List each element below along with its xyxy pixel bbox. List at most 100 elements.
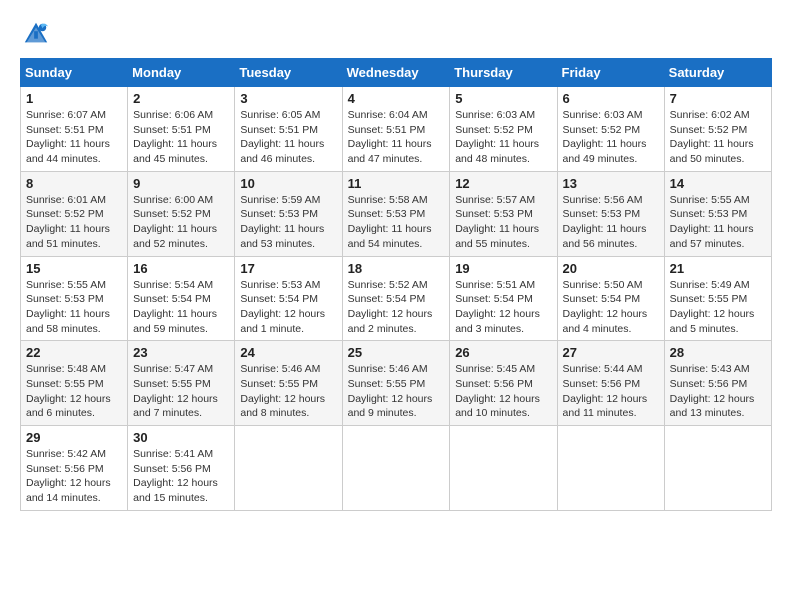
day-info: Sunrise: 6:06 AM Sunset: 5:51 PM Dayligh… [133, 108, 229, 167]
day-number: 1 [26, 91, 122, 106]
day-cell: 15Sunrise: 5:55 AM Sunset: 5:53 PM Dayli… [21, 256, 128, 341]
day-cell: 26 Sunrise: 5:45 AM Sunset: 5:56 PM Dayli… [450, 341, 557, 426]
day-number: 19 [455, 261, 551, 276]
week-row-5: 29 Sunrise: 5:42 AM Sunset: 5:56 PM Dayli… [21, 426, 772, 511]
day-cell: 4 Sunrise: 6:04 AM Sunset: 5:51 PM Daylig… [342, 87, 450, 172]
day-cell: 29 Sunrise: 5:42 AM Sunset: 5:56 PM Dayli… [21, 426, 128, 511]
day-info: Sunrise: 6:01 AM Sunset: 5:52 PM Dayligh… [26, 193, 122, 252]
day-cell: 25 Sunrise: 5:46 AM Sunset: 5:55 PM Dayli… [342, 341, 450, 426]
day-cell: 3Sunrise: 6:05 AM Sunset: 5:51 PM Daylig… [235, 87, 342, 172]
day-cell: 17 Sunrise: 5:53 AM Sunset: 5:54 PM Dayli… [235, 256, 342, 341]
day-number: 5 [455, 91, 551, 106]
day-cell: 21Sunrise: 5:49 AM Sunset: 5:55 PM Dayli… [664, 256, 771, 341]
day-cell: 10 Sunrise: 5:59 AM Sunset: 5:53 PM Dayli… [235, 171, 342, 256]
day-cell: 7Sunrise: 6:02 AM Sunset: 5:52 PM Daylig… [664, 87, 771, 172]
column-header-sunday: Sunday [21, 59, 128, 87]
day-number: 12 [455, 176, 551, 191]
day-cell [450, 426, 557, 511]
day-info: Sunrise: 5:44 AM Sunset: 5:56 PM Dayligh… [563, 362, 659, 421]
week-row-3: 15Sunrise: 5:55 AM Sunset: 5:53 PM Dayli… [21, 256, 772, 341]
day-number: 11 [348, 176, 445, 191]
day-number: 2 [133, 91, 229, 106]
day-number: 28 [670, 345, 766, 360]
day-cell: 12 Sunrise: 5:57 AM Sunset: 5:53 PM Dayli… [450, 171, 557, 256]
day-number: 24 [240, 345, 336, 360]
day-cell: 20 Sunrise: 5:50 AM Sunset: 5:54 PM Dayli… [557, 256, 664, 341]
day-info: Sunrise: 5:57 AM Sunset: 5:53 PM Dayligh… [455, 193, 551, 252]
day-cell: 30 Sunrise: 5:41 AM Sunset: 5:56 PM Dayli… [128, 426, 235, 511]
day-info: Sunrise: 5:59 AM Sunset: 5:53 PM Dayligh… [240, 193, 336, 252]
day-info: Sunrise: 6:00 AM Sunset: 5:52 PM Dayligh… [133, 193, 229, 252]
day-info: Sunrise: 5:46 AM Sunset: 5:55 PM Dayligh… [240, 362, 336, 421]
week-row-4: 22 Sunrise: 5:48 AM Sunset: 5:55 PM Dayli… [21, 341, 772, 426]
week-row-2: 8 Sunrise: 6:01 AM Sunset: 5:52 PM Daylig… [21, 171, 772, 256]
day-cell: 27 Sunrise: 5:44 AM Sunset: 5:56 PM Dayli… [557, 341, 664, 426]
calendar-table: SundayMondayTuesdayWednesdayThursdayFrid… [20, 58, 772, 511]
day-info: Sunrise: 5:46 AM Sunset: 5:55 PM Dayligh… [348, 362, 445, 421]
column-header-tuesday: Tuesday [235, 59, 342, 87]
day-cell [342, 426, 450, 511]
day-cell [235, 426, 342, 511]
day-number: 8 [26, 176, 122, 191]
calendar-body: 1 Sunrise: 6:07 AM Sunset: 5:51 PM Daylig… [21, 87, 772, 511]
column-header-wednesday: Wednesday [342, 59, 450, 87]
day-info: Sunrise: 6:04 AM Sunset: 5:51 PM Dayligh… [348, 108, 445, 167]
day-cell [557, 426, 664, 511]
day-cell: 28 Sunrise: 5:43 AM Sunset: 5:56 PM Dayli… [664, 341, 771, 426]
calendar-header-row: SundayMondayTuesdayWednesdayThursdayFrid… [21, 59, 772, 87]
day-cell: 5 Sunrise: 6:03 AM Sunset: 5:52 PM Daylig… [450, 87, 557, 172]
day-number: 10 [240, 176, 336, 191]
day-number: 27 [563, 345, 659, 360]
day-number: 21 [670, 261, 766, 276]
day-info: Sunrise: 6:03 AM Sunset: 5:52 PM Dayligh… [563, 108, 659, 167]
column-header-friday: Friday [557, 59, 664, 87]
day-number: 13 [563, 176, 659, 191]
day-info: Sunrise: 5:55 AM Sunset: 5:53 PM Dayligh… [26, 278, 122, 337]
day-number: 26 [455, 345, 551, 360]
day-number: 4 [348, 91, 445, 106]
day-info: Sunrise: 6:05 AM Sunset: 5:51 PM Dayligh… [240, 108, 336, 167]
day-number: 25 [348, 345, 445, 360]
day-number: 23 [133, 345, 229, 360]
day-info: Sunrise: 6:03 AM Sunset: 5:52 PM Dayligh… [455, 108, 551, 167]
page-header [20, 20, 772, 48]
day-info: Sunrise: 5:56 AM Sunset: 5:53 PM Dayligh… [563, 193, 659, 252]
day-info: Sunrise: 5:43 AM Sunset: 5:56 PM Dayligh… [670, 362, 766, 421]
day-cell: 19 Sunrise: 5:51 AM Sunset: 5:54 PM Dayli… [450, 256, 557, 341]
week-row-1: 1 Sunrise: 6:07 AM Sunset: 5:51 PM Daylig… [21, 87, 772, 172]
day-cell: 14Sunrise: 5:55 AM Sunset: 5:53 PM Dayli… [664, 171, 771, 256]
day-number: 16 [133, 261, 229, 276]
day-info: Sunrise: 5:54 AM Sunset: 5:54 PM Dayligh… [133, 278, 229, 337]
day-info: Sunrise: 5:53 AM Sunset: 5:54 PM Dayligh… [240, 278, 336, 337]
day-info: Sunrise: 5:52 AM Sunset: 5:54 PM Dayligh… [348, 278, 445, 337]
day-info: Sunrise: 5:51 AM Sunset: 5:54 PM Dayligh… [455, 278, 551, 337]
day-info: Sunrise: 5:48 AM Sunset: 5:55 PM Dayligh… [26, 362, 122, 421]
day-info: Sunrise: 5:47 AM Sunset: 5:55 PM Dayligh… [133, 362, 229, 421]
day-number: 17 [240, 261, 336, 276]
logo-icon [22, 20, 50, 48]
day-number: 22 [26, 345, 122, 360]
day-info: Sunrise: 6:07 AM Sunset: 5:51 PM Dayligh… [26, 108, 122, 167]
day-cell [664, 426, 771, 511]
day-number: 29 [26, 430, 122, 445]
day-info: Sunrise: 5:45 AM Sunset: 5:56 PM Dayligh… [455, 362, 551, 421]
day-cell: 8 Sunrise: 6:01 AM Sunset: 5:52 PM Daylig… [21, 171, 128, 256]
day-number: 30 [133, 430, 229, 445]
day-info: Sunrise: 5:42 AM Sunset: 5:56 PM Dayligh… [26, 447, 122, 506]
column-header-saturday: Saturday [664, 59, 771, 87]
day-cell: 9Sunrise: 6:00 AM Sunset: 5:52 PM Daylig… [128, 171, 235, 256]
day-info: Sunrise: 5:50 AM Sunset: 5:54 PM Dayligh… [563, 278, 659, 337]
day-cell: 13 Sunrise: 5:56 AM Sunset: 5:53 PM Dayli… [557, 171, 664, 256]
day-cell: 23 Sunrise: 5:47 AM Sunset: 5:55 PM Dayli… [128, 341, 235, 426]
day-cell: 22 Sunrise: 5:48 AM Sunset: 5:55 PM Dayli… [21, 341, 128, 426]
day-number: 18 [348, 261, 445, 276]
day-cell: 6 Sunrise: 6:03 AM Sunset: 5:52 PM Daylig… [557, 87, 664, 172]
day-info: Sunrise: 5:55 AM Sunset: 5:53 PM Dayligh… [670, 193, 766, 252]
column-header-monday: Monday [128, 59, 235, 87]
day-cell: 18 Sunrise: 5:52 AM Sunset: 5:54 PM Dayli… [342, 256, 450, 341]
day-number: 6 [563, 91, 659, 106]
day-number: 20 [563, 261, 659, 276]
day-info: Sunrise: 5:41 AM Sunset: 5:56 PM Dayligh… [133, 447, 229, 506]
day-info: Sunrise: 5:58 AM Sunset: 5:53 PM Dayligh… [348, 193, 445, 252]
day-cell: 2 Sunrise: 6:06 AM Sunset: 5:51 PM Daylig… [128, 87, 235, 172]
